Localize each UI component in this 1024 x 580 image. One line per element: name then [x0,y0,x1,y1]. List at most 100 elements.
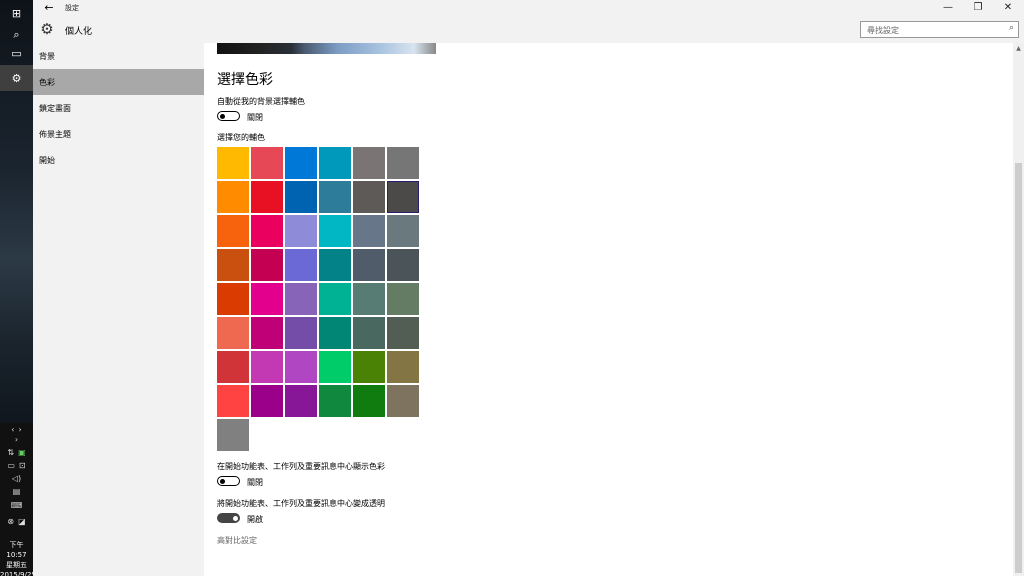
color-swatch[interactable] [251,181,283,213]
title-bar: ← 設定 — ❐ ✕ [33,0,1024,16]
color-swatch[interactable] [387,385,419,417]
color-swatch[interactable] [353,249,385,281]
color-swatch[interactable] [353,215,385,247]
color-swatch[interactable] [319,385,351,417]
color-swatch[interactable] [353,147,385,179]
search-input[interactable]: 尋找設定 ⌕ [860,21,1019,38]
auto-pick-toggle[interactable] [217,111,240,121]
color-swatch[interactable] [217,283,249,315]
restore-button[interactable]: ❐ [963,0,993,16]
preview-image [217,43,436,54]
transparent-state: 開啟 [247,515,263,524]
color-swatch[interactable] [251,249,283,281]
color-swatch[interactable] [251,283,283,315]
back-button[interactable]: ← [41,0,57,16]
color-swatch[interactable] [387,249,419,281]
section-title: 選擇色彩 [217,72,273,88]
toggle-knob [220,478,225,484]
tray-scroll-arrows[interactable]: ‹ › [0,425,33,434]
color-swatch[interactable] [217,249,249,281]
color-swatch[interactable] [285,283,317,315]
clock[interactable]: 下午 10:57 星期五 2015/9/25 [0,540,36,580]
transparent-toggle[interactable] [217,513,240,523]
color-swatch[interactable] [387,351,419,383]
clock-date: 2015/9/25 [0,571,36,579]
color-swatch[interactable] [353,385,385,417]
color-swatch[interactable] [353,317,385,349]
task-view-icon[interactable]: ▭ [0,40,33,66]
app-title: 設定 [65,4,79,12]
color-swatch[interactable] [285,385,317,417]
color-swatch[interactable] [251,215,283,247]
auto-pick-state: 關閉 [247,113,263,122]
color-swatch[interactable] [353,351,385,383]
color-swatch[interactable] [285,181,317,213]
color-swatch[interactable] [319,249,351,281]
color-swatch[interactable] [251,147,283,179]
scrollbar[interactable]: ▲ [1013,43,1024,576]
color-swatch[interactable] [319,283,351,315]
scroll-up-icon[interactable]: ▲ [1013,43,1024,54]
search-placeholder: 尋找設定 [867,26,899,35]
keyboard-icon[interactable]: ⌨ [11,501,23,510]
color-swatch[interactable] [217,385,249,417]
color-swatch[interactable] [387,215,419,247]
color-swatch[interactable] [387,181,419,213]
color-swatch[interactable] [217,419,249,451]
color-swatch[interactable] [387,317,419,349]
sidebar-item-lock-screen[interactable]: 鎖定畫面 [33,95,204,121]
color-swatch[interactable] [217,147,249,179]
color-swatch[interactable] [387,283,419,315]
header: ⚙ 個人化 尋找設定 ⌕ [33,16,1024,43]
search-icon[interactable]: ⌕ [1009,23,1014,33]
high-contrast-link[interactable]: 高對比設定 [217,535,257,546]
color-swatch[interactable] [285,351,317,383]
color-swatch[interactable] [319,215,351,247]
color-swatch[interactable] [251,317,283,349]
sidebar-item-themes[interactable]: 佈景主題 [33,121,204,147]
close-button[interactable]: ✕ [993,0,1023,16]
color-swatch[interactable] [353,283,385,315]
show-color-label: 在開始功能表、工作列及重要訊息中心顯示色彩 [217,462,385,471]
accent-label: 選擇您的輔色 [217,133,265,142]
sidebar-item-background[interactable]: 背景 [33,43,204,69]
ime-icon[interactable]: ◪ [18,517,26,526]
close-circle-icon[interactable]: ⊗ [7,517,14,526]
minimize-button[interactable]: — [933,0,963,16]
action-center-icon[interactable]: ▤ [13,487,21,496]
color-swatch[interactable] [319,317,351,349]
settings-taskbar-icon[interactable]: ⚙ [0,65,33,91]
tray-show-hidden[interactable]: › [0,435,33,444]
sidebar-item-start[interactable]: 開始 [33,147,204,173]
network-icon[interactable]: ⊡ [19,461,26,470]
color-swatch[interactable] [353,181,385,213]
color-swatch[interactable] [217,181,249,213]
battery-icon[interactable]: ▭ [7,461,15,470]
sync-icon[interactable]: ⇅ [7,448,14,457]
color-swatch[interactable] [319,351,351,383]
scroll-thumb[interactable] [1015,163,1022,573]
color-swatch[interactable] [319,181,351,213]
color-swatch[interactable] [285,317,317,349]
transparent-label: 將開始功能表、工作列及重要訊息中心變成透明 [217,499,385,508]
show-color-state: 關閉 [247,478,263,487]
show-color-toggle[interactable] [217,476,240,486]
gear-icon: ⚙ [40,20,54,38]
chevron-left-icon[interactable]: ‹ [11,425,14,434]
chevron-right-icon[interactable]: › [15,435,18,444]
color-swatch[interactable] [285,215,317,247]
color-swatch[interactable] [319,147,351,179]
sidebar-item-colors[interactable]: 色彩 [33,69,204,95]
color-swatch[interactable] [217,215,249,247]
color-swatch[interactable] [251,385,283,417]
color-swatch[interactable] [251,351,283,383]
main-content: 選擇色彩 自動從我的背景選擇輔色 關閉 選擇您的輔色 在開始功能表、工作列及重要… [204,43,1013,576]
app-tray-icon[interactable]: ▣ [18,448,26,457]
volume-icon[interactable]: ◁) [12,474,21,483]
color-swatch[interactable] [285,147,317,179]
color-swatch[interactable] [217,317,249,349]
color-swatch[interactable] [217,351,249,383]
color-swatch[interactable] [387,147,419,179]
chevron-right-icon[interactable]: › [19,425,22,434]
color-swatch[interactable] [285,249,317,281]
